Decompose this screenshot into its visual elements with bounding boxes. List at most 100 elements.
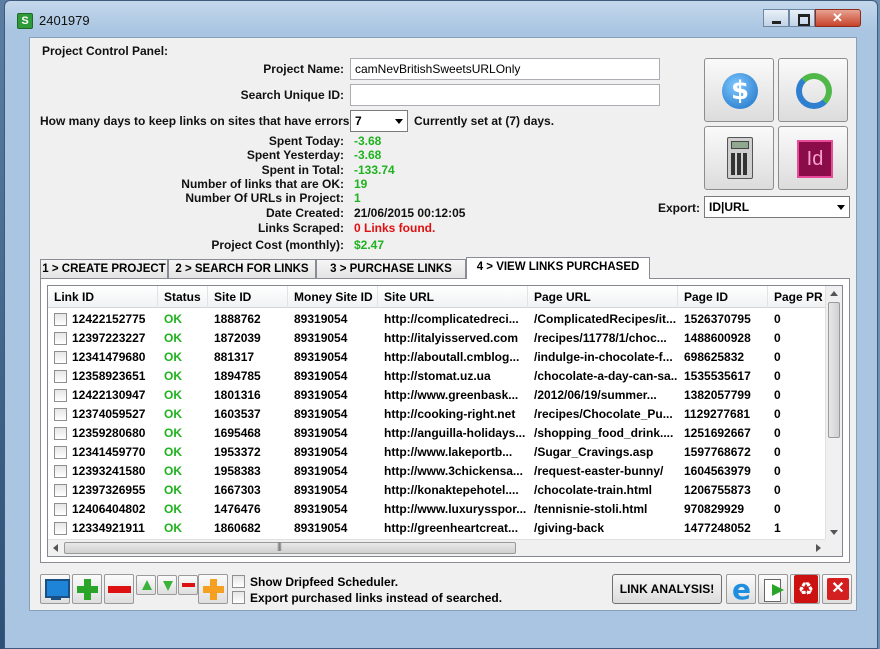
table-row[interactable]: 12406404802 OK 1476476 89319054 http://www.l… bbox=[48, 500, 826, 519]
page-id-cell: 1604563979 bbox=[684, 464, 751, 478]
money-site-id-cell: 89319054 bbox=[294, 369, 348, 383]
scroll-left-icon[interactable] bbox=[53, 544, 58, 552]
page-pr-cell: 0 bbox=[774, 502, 781, 516]
site-id-cell: 1603537 bbox=[214, 407, 261, 421]
close-icon[interactable] bbox=[822, 574, 852, 604]
tab-view-links-purchased[interactable]: 4 > VIEW LINKS PURCHASED bbox=[466, 257, 650, 279]
link-analysis-button[interactable]: LINK ANALYSIS! bbox=[612, 574, 722, 604]
table-row[interactable]: 12422152775 OK 1888762 89319054 http://compl… bbox=[48, 310, 826, 329]
id-button[interactable]: Id bbox=[778, 126, 848, 190]
move-up-button[interactable] bbox=[136, 575, 156, 595]
export-purchased-checkbox[interactable]: Export purchased links instead of search… bbox=[232, 591, 502, 605]
browser-icon[interactable] bbox=[726, 573, 756, 606]
dollar-icon: $ bbox=[722, 73, 758, 109]
search-id-input[interactable] bbox=[350, 84, 660, 106]
days-select[interactable]: 7 bbox=[350, 110, 408, 132]
site-id-cell: 1872039 bbox=[214, 331, 261, 345]
page-url-cell: /recipes/11778/1/choc... bbox=[534, 331, 667, 345]
export-icon[interactable] bbox=[758, 574, 788, 604]
column-header[interactable]: Status bbox=[158, 286, 208, 308]
column-header[interactable]: Site ID bbox=[208, 286, 288, 308]
status-cell: OK bbox=[164, 350, 182, 364]
minimize-button[interactable] bbox=[763, 9, 789, 27]
refresh-button[interactable] bbox=[778, 58, 848, 122]
tab-create-project[interactable]: 1 > CREATE PROJECT bbox=[40, 259, 168, 279]
table-row[interactable]: 12341459770 OK 1953372 89319054 http://www.l… bbox=[48, 443, 826, 462]
vertical-scrollbar[interactable] bbox=[825, 286, 842, 540]
site-id-cell: 1801316 bbox=[214, 388, 261, 402]
page-url-cell: /2012/06/19/summer... bbox=[534, 388, 657, 402]
title-bar[interactable]: S 2401979 bbox=[5, 1, 877, 37]
section-label: Project Control Panel: bbox=[42, 44, 169, 58]
money-site-id-cell: 89319054 bbox=[294, 426, 348, 440]
add-orange-button[interactable] bbox=[198, 574, 228, 604]
page-url-cell: /chocolate-train.html bbox=[534, 483, 653, 497]
page-id-cell: 1535535617 bbox=[684, 369, 751, 383]
scroll-thumb[interactable] bbox=[828, 302, 840, 438]
stat-label: Spent Yesterday: bbox=[246, 148, 344, 162]
column-header[interactable]: Page PR bbox=[768, 286, 826, 308]
tab-search-for-links[interactable]: 2 > SEARCH FOR LINKS bbox=[168, 259, 316, 279]
export-select[interactable]: ID|URL bbox=[704, 196, 850, 218]
days-label: How many days to keep links on sites tha… bbox=[40, 114, 354, 128]
scroll-up-icon[interactable] bbox=[830, 291, 838, 296]
column-header[interactable]: Link ID bbox=[48, 286, 158, 308]
small-remove-button[interactable] bbox=[178, 575, 198, 595]
link-id-cell: 12393241580 bbox=[72, 464, 146, 478]
column-header[interactable]: Site URL bbox=[378, 286, 528, 308]
horizontal-scrollbar[interactable] bbox=[48, 539, 826, 556]
money-site-id-cell: 89319054 bbox=[294, 483, 348, 497]
scroll-down-icon[interactable] bbox=[830, 530, 838, 535]
status-cell: OK bbox=[164, 521, 182, 535]
move-down-button[interactable] bbox=[157, 575, 177, 595]
column-header[interactable]: Money Site ID bbox=[288, 286, 378, 308]
site-id-cell: 1958383 bbox=[214, 464, 261, 478]
project-name-label: Project Name: bbox=[263, 62, 344, 76]
status-cell: OK bbox=[164, 483, 182, 497]
table-row[interactable]: 12422130947 OK 1801316 89319054 http://www.g… bbox=[48, 386, 826, 405]
calculator-button[interactable] bbox=[704, 126, 774, 190]
stat-value: 21/06/2015 00:12:05 bbox=[354, 206, 466, 220]
site-url-cell: http://www.greenbask... bbox=[384, 388, 519, 402]
recycle-icon[interactable] bbox=[790, 574, 820, 604]
table-row[interactable]: 12393241580 OK 1958383 89319054 http://www.3… bbox=[48, 462, 826, 481]
page-pr-cell: 0 bbox=[774, 350, 781, 364]
scroll-right-icon[interactable] bbox=[816, 544, 821, 552]
tab-purchase-links[interactable]: 3 > PURCHASE LINKS bbox=[316, 259, 466, 279]
status-cell: OK bbox=[164, 502, 182, 516]
links-table: Link ID Status Site ID Money Site ID Sit… bbox=[47, 285, 843, 557]
money-site-id-cell: 89319054 bbox=[294, 464, 348, 478]
table-row[interactable]: 12341479680 OK 881317 89319054 http://abouta… bbox=[48, 348, 826, 367]
page-id-cell: 698625832 bbox=[684, 350, 745, 364]
money-site-id-cell: 89319054 bbox=[294, 407, 348, 421]
link-id-cell: 12341459770 bbox=[72, 445, 146, 459]
monitor-button[interactable] bbox=[40, 574, 70, 604]
close-window-button[interactable] bbox=[815, 9, 861, 27]
checkbox-icon[interactable] bbox=[232, 591, 245, 604]
site-url-cell: http://stomat.uz.ua bbox=[384, 369, 491, 383]
table-row[interactable]: 12397326955 OK 1667303 89319054 http://konak… bbox=[48, 481, 826, 500]
project-name-input[interactable]: camNevBritishSweetsURLOnly bbox=[350, 58, 660, 80]
stat-value: -3.68 bbox=[354, 148, 382, 162]
site-url-cell: http://greenheartcreat... bbox=[384, 521, 519, 535]
table-row[interactable]: 12374059527 OK 1603537 89319054 http://cooki… bbox=[48, 405, 826, 424]
column-header[interactable]: Page ID bbox=[678, 286, 768, 308]
column-header[interactable]: Page URL bbox=[528, 286, 678, 308]
table-row[interactable]: 12359280680 OK 1695468 89319054 http://angui… bbox=[48, 424, 826, 443]
link-id-cell: 12422152775 bbox=[72, 312, 146, 326]
stat-value: 1 bbox=[354, 191, 361, 205]
table-row[interactable]: 12358923651 OK 1894785 89319054 http://stoma… bbox=[48, 367, 826, 386]
dripfeed-checkbox[interactable]: Show Dripfeed Scheduler. bbox=[232, 575, 398, 589]
balance-button[interactable]: $ bbox=[704, 58, 774, 122]
page-url-cell: /ComplicatedRecipes/it... bbox=[534, 312, 677, 326]
scroll-thumb[interactable] bbox=[64, 541, 516, 554]
checkbox-icon[interactable] bbox=[232, 575, 245, 588]
site-id-cell: 1695468 bbox=[214, 426, 261, 440]
table-row[interactable]: 12397223227 OK 1872039 89319054 http://italy… bbox=[48, 329, 826, 348]
remove-button[interactable] bbox=[104, 574, 134, 604]
add-button[interactable] bbox=[72, 574, 102, 604]
page-url-cell: /request-easter-bunny/ bbox=[534, 464, 664, 478]
table-row[interactable]: 12334921911 OK 1860682 89319054 http://green… bbox=[48, 519, 826, 538]
table-header: Link ID Status Site ID Money Site ID Sit… bbox=[48, 286, 826, 308]
maximize-button[interactable] bbox=[789, 9, 815, 27]
